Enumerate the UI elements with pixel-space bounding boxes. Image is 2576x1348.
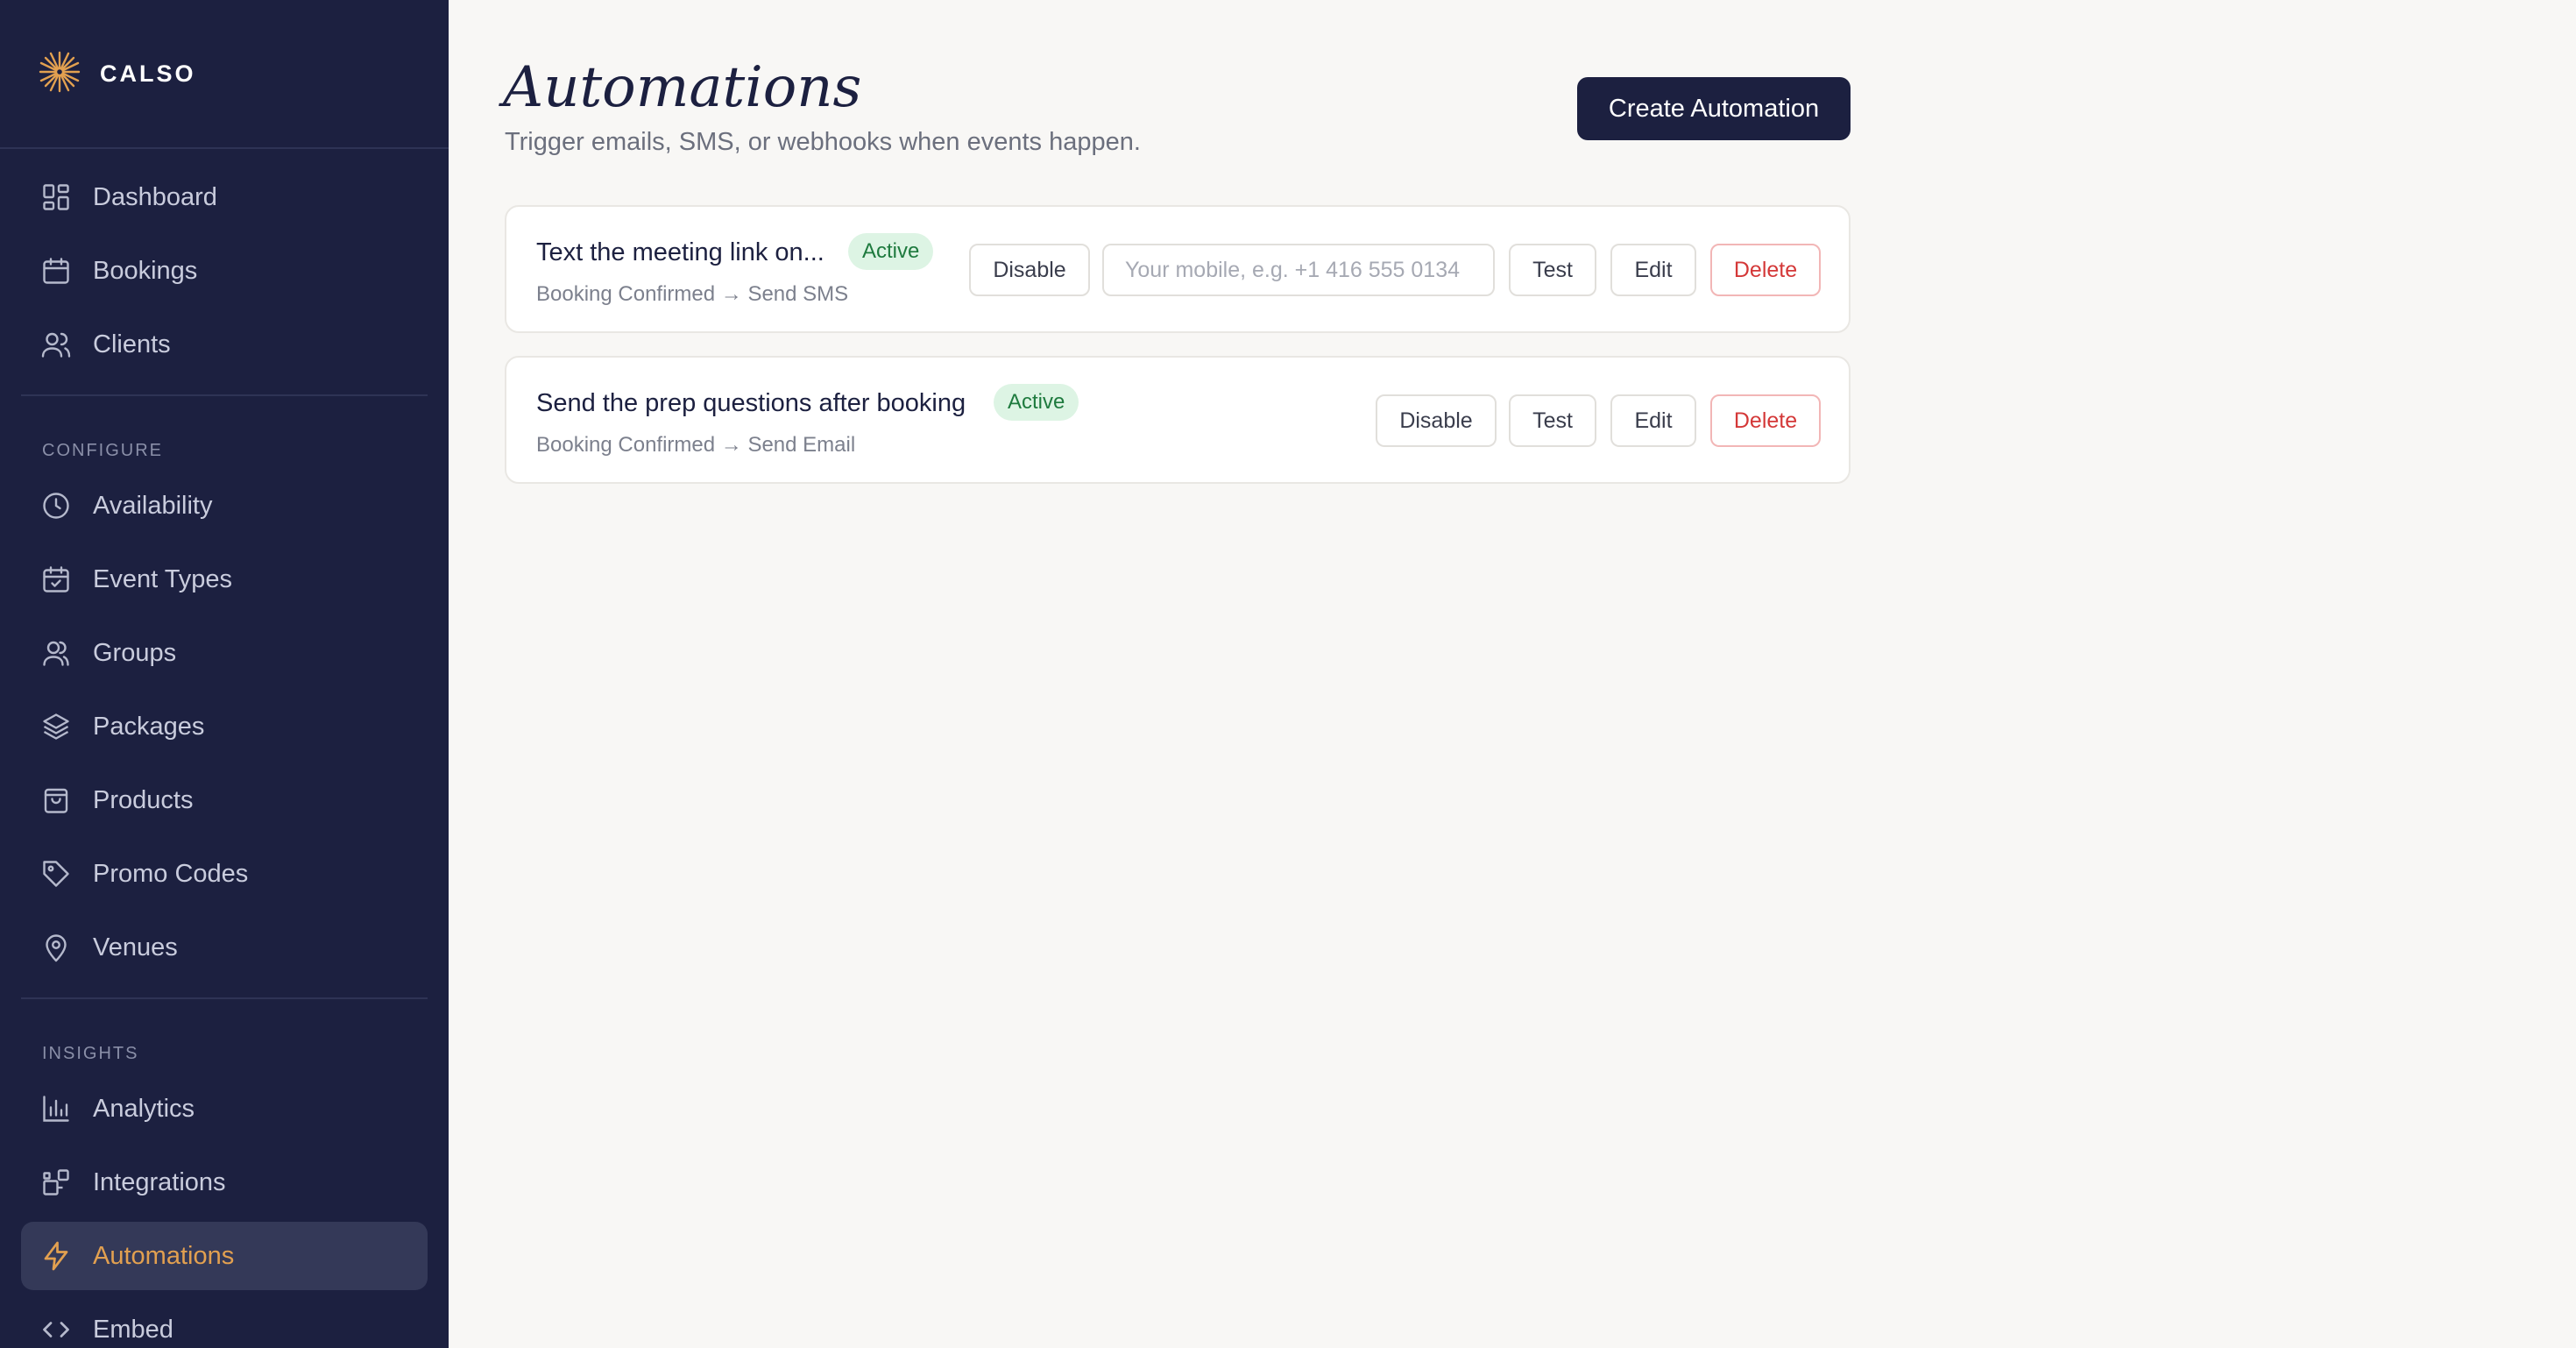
sidebar-item-label: Event Types [93,564,233,593]
automation-card: Text the meeting link on... Active Booki… [505,205,1851,333]
grid-icon [40,181,72,213]
status-badge: Active [848,233,934,270]
sidebar-item-label: Products [93,785,194,814]
disable-button[interactable]: Disable [969,244,1090,296]
automation-trigger: Booking Confirmed → Send Email [536,433,856,457]
shopping-bag-icon [40,784,72,816]
delete-button[interactable]: Delete [1710,244,1821,296]
calendar-icon [40,255,72,287]
users-icon [40,329,72,360]
sidebar-item-label: Dashboard [93,182,217,211]
sidebar-item-bookings[interactable]: Bookings [21,237,428,305]
automation-name: Text the meeting link on... [536,238,824,266]
automation-name: Send the prep questions after booking [536,389,966,417]
delete-button[interactable]: Delete [1710,394,1821,447]
automation-trigger: Booking Confirmed → Send SMS [536,282,849,306]
edit-button[interactable]: Edit [1610,244,1696,296]
page-subtitle: Trigger emails, SMS, or webhooks when ev… [505,128,1141,156]
section-heading-insights: INSIGHTS [42,1044,139,1063]
sidebar-divider [0,147,449,149]
sidebar-item-label: Embed [93,1315,173,1344]
sidebar-item-label: Automations [93,1241,235,1270]
sidebar-item-embed[interactable]: Embed [21,1295,428,1348]
sidebar-item-dashboard[interactable]: Dashboard [21,163,428,231]
sidebar-item-label: Packages [93,712,205,741]
sidebar-item-automations[interactable]: Automations [21,1222,428,1290]
calendar-check-icon [40,564,72,595]
sidebar: CALSO Dashboard Bookings Clients CONFIGU… [0,0,449,1348]
sidebar-item-label: Integrations [93,1167,226,1196]
tag-icon [40,858,72,890]
layers-icon [40,711,72,742]
create-automation-button[interactable]: Create Automation [1577,77,1851,140]
sparkle-icon [39,51,81,97]
sidebar-item-label: Venues [93,933,178,961]
edit-button[interactable]: Edit [1610,394,1696,447]
brand-name: CALSO [100,60,196,87]
sidebar-divider [21,394,428,396]
sidebar-item-integrations[interactable]: Integrations [21,1148,428,1217]
sidebar-item-label: Analytics [93,1094,195,1123]
map-pin-icon [40,932,72,963]
puzzle-icon [40,1167,72,1198]
sidebar-item-products[interactable]: Products [21,766,428,834]
sidebar-item-event-types[interactable]: Event Types [21,545,428,614]
mobile-number-input[interactable] [1102,244,1495,296]
disable-button[interactable]: Disable [1376,394,1497,447]
sidebar-item-availability[interactable]: Availability [21,472,428,540]
clock-icon [40,490,72,521]
bar-chart-icon [40,1093,72,1125]
section-heading-configure: CONFIGURE [42,441,163,460]
test-button[interactable]: Test [1509,244,1596,296]
sidebar-item-label: Bookings [93,256,198,285]
test-button[interactable]: Test [1509,394,1596,447]
page-title: Automations [503,55,862,120]
sidebar-item-groups[interactable]: Groups [21,619,428,687]
sidebar-item-promo-codes[interactable]: Promo Codes [21,840,428,908]
sidebar-item-venues[interactable]: Venues [21,913,428,982]
code-icon [40,1314,72,1345]
sidebar-item-label: Availability [93,491,213,520]
sidebar-divider [21,997,428,999]
sidebar-item-packages[interactable]: Packages [21,692,428,761]
sidebar-item-analytics[interactable]: Analytics [21,1075,428,1143]
sidebar-item-clients[interactable]: Clients [21,310,428,379]
automation-card: Send the prep questions after booking Ac… [505,356,1851,484]
sidebar-item-label: Clients [93,330,171,358]
sidebar-item-label: Promo Codes [93,859,249,888]
status-badge: Active [994,384,1079,421]
lightning-icon [40,1240,72,1272]
sidebar-item-label: Groups [93,638,177,667]
brand[interactable]: CALSO [39,49,196,98]
group-icon [40,637,72,669]
